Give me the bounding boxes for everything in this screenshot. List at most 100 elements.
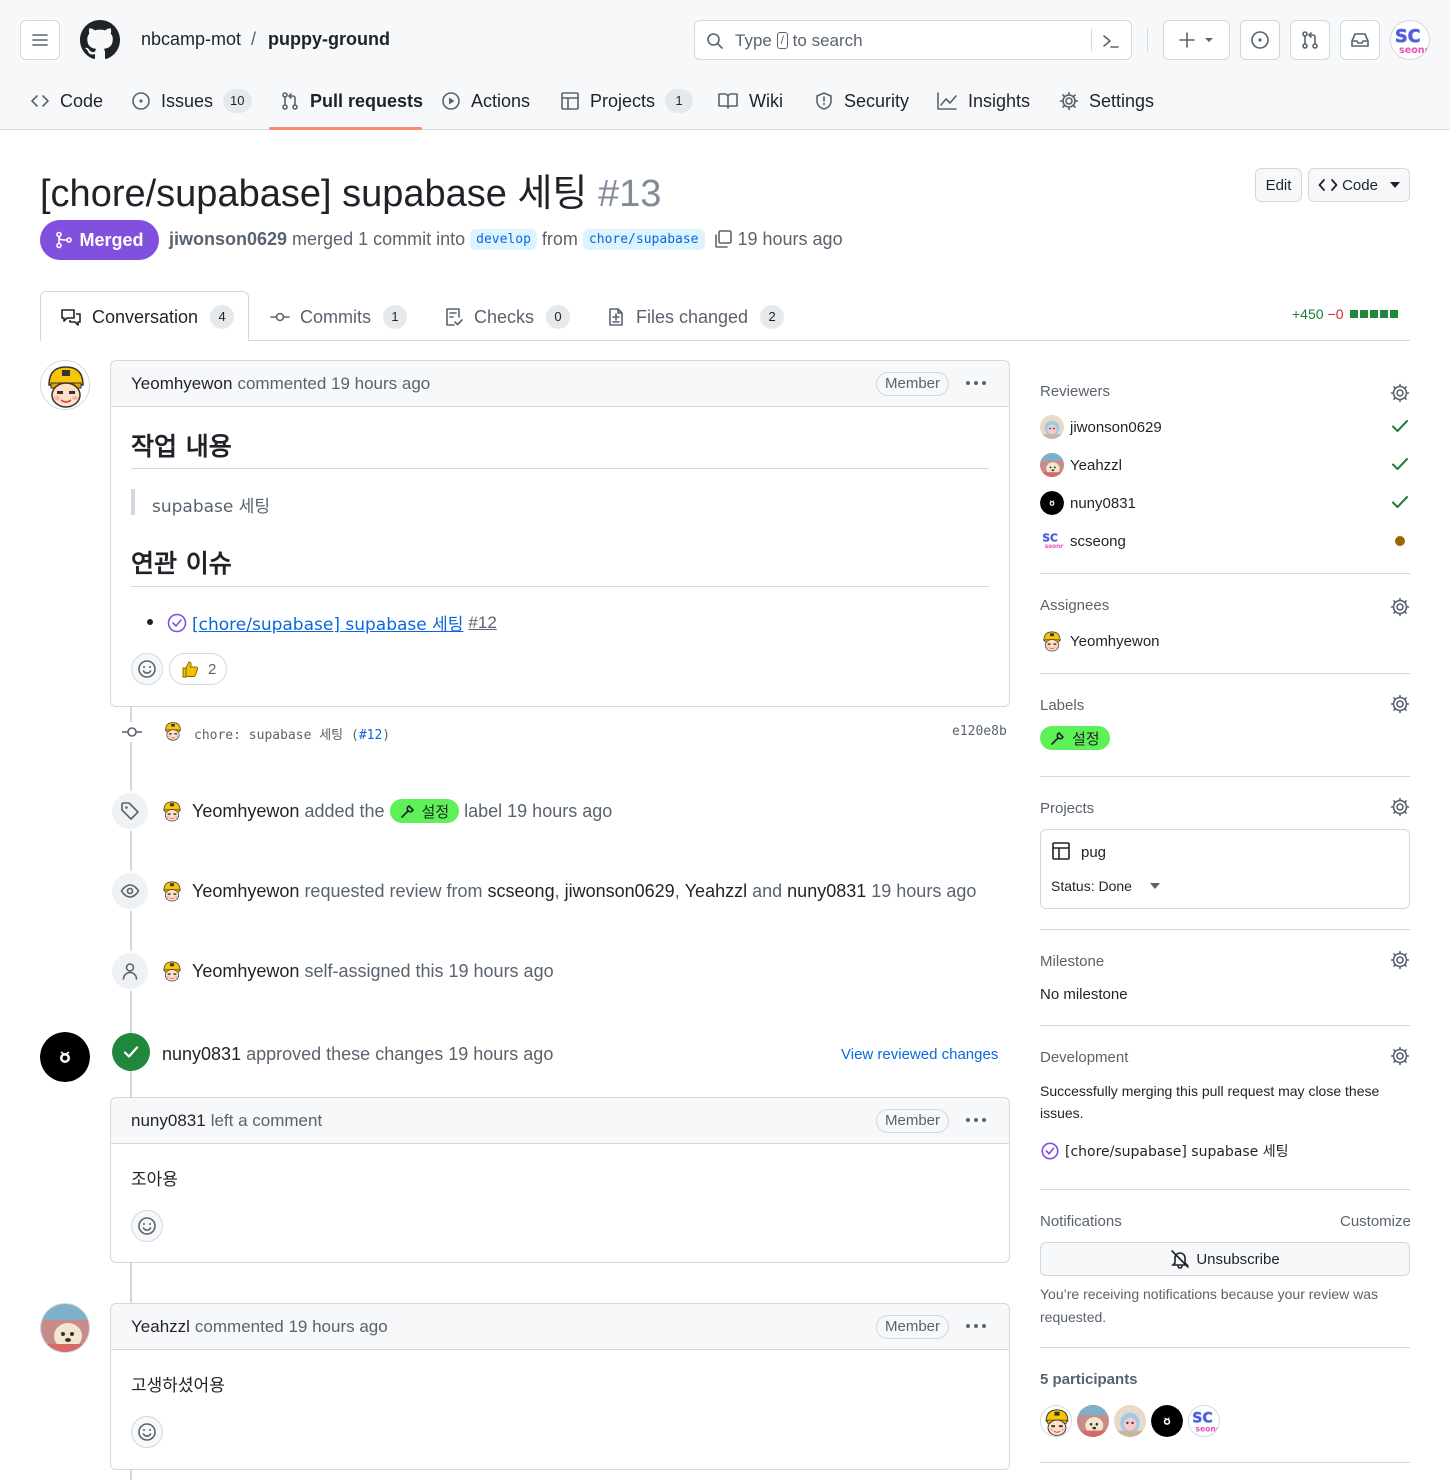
- commit-message[interactable]: chore: supabase 세팅 (#12): [194, 724, 390, 743]
- head-branch[interactable]: chore/supabase: [582, 228, 705, 250]
- tab-wiki[interactable]: Wiki: [717, 86, 783, 116]
- tab-actions[interactable]: Actions: [441, 86, 530, 116]
- reviewer-avatar[interactable]: [40, 1032, 90, 1082]
- gear-icon[interactable]: [1390, 1046, 1410, 1066]
- inbox-button[interactable]: [1340, 20, 1380, 60]
- github-logo-icon[interactable]: [80, 20, 120, 60]
- assignee-row[interactable]: Yeomhyewon: [1040, 628, 1160, 654]
- requested-reviewer[interactable]: jiwonson0629: [565, 881, 675, 902]
- comment-author-avatar[interactable]: [40, 1303, 90, 1353]
- participant-avatar[interactable]: [1077, 1405, 1109, 1437]
- comment-author[interactable]: Yeahzzl: [131, 1317, 190, 1337]
- reviewer-row[interactable]: scseong: [1040, 528, 1126, 554]
- code-dropdown-button[interactable]: Code: [1308, 168, 1410, 202]
- requested-reviewer[interactable]: Yeahzzl: [685, 881, 747, 902]
- tab-pull-requests[interactable]: Pull requests: [280, 86, 423, 116]
- add-reaction-button[interactable]: [131, 1416, 163, 1448]
- participant-avatar[interactable]: [1151, 1405, 1183, 1437]
- comment-author[interactable]: nuny0831: [131, 1111, 206, 1131]
- linked-issue-title[interactable]: [chore/supabase] supabase 세팅: [192, 610, 463, 635]
- hamburger-icon: [32, 34, 48, 46]
- customize-link[interactable]: Customize: [1340, 1213, 1411, 1230]
- linked-issue[interactable]: [chore/supabase] supabase 세팅: [1040, 1141, 1289, 1161]
- tab-settings[interactable]: Settings: [1059, 86, 1154, 116]
- tab-issues[interactable]: Issues 10: [131, 86, 252, 116]
- merger-username[interactable]: jiwonson0629: [169, 229, 287, 250]
- gear-icon[interactable]: [1390, 597, 1410, 617]
- labels-heading[interactable]: Labels: [1040, 697, 1084, 714]
- copy-icon[interactable]: [712, 228, 734, 250]
- member-badge: Member: [875, 1109, 949, 1133]
- event-actor[interactable]: Yeomhyewon: [192, 881, 299, 902]
- menu-button[interactable]: [20, 20, 60, 60]
- project-card[interactable]: pug Status: Done: [1040, 829, 1410, 909]
- unsubscribe-button[interactable]: Unsubscribe: [1040, 1242, 1410, 1276]
- kebab-menu-icon[interactable]: [965, 1323, 987, 1329]
- gear-icon[interactable]: [1390, 950, 1410, 970]
- actor-avatar[interactable]: [160, 879, 184, 903]
- user-avatar[interactable]: [1390, 20, 1430, 60]
- requested-reviewer[interactable]: scseong: [488, 881, 555, 902]
- actor-avatar[interactable]: [160, 959, 184, 983]
- gear-icon[interactable]: [1390, 797, 1410, 817]
- view-reviewed-changes-link[interactable]: View reviewed changes: [841, 1046, 998, 1063]
- reviewer-row[interactable]: jiwonson0629: [1040, 414, 1162, 440]
- development-heading[interactable]: Development: [1040, 1049, 1128, 1066]
- comment-author-avatar[interactable]: [40, 360, 90, 410]
- wrench-icon: [1051, 732, 1064, 745]
- tab-insights[interactable]: Insights: [936, 86, 1030, 116]
- assignees-heading[interactable]: Assignees: [1040, 597, 1109, 614]
- project-name[interactable]: pug: [1081, 844, 1106, 861]
- gear-icon[interactable]: [1390, 694, 1410, 714]
- event-actor[interactable]: Yeomhyewon: [192, 801, 299, 822]
- participant-avatar[interactable]: [1114, 1405, 1146, 1437]
- pull-requests-button[interactable]: [1290, 20, 1330, 60]
- edit-button[interactable]: Edit: [1255, 168, 1302, 202]
- participant-avatar[interactable]: [1040, 1405, 1072, 1437]
- repo-name-link[interactable]: puppy-ground: [268, 29, 390, 50]
- tab-commits[interactable]: Commits 1: [270, 304, 407, 330]
- label-badge[interactable]: 설정: [389, 799, 460, 823]
- linked-issue-ref[interactable]: [chore/supabase] supabase 세팅 #12: [166, 610, 497, 635]
- command-palette-icon[interactable]: [1101, 31, 1121, 51]
- search-input[interactable]: Type / to search: [694, 20, 1132, 60]
- commit-icon: [270, 312, 290, 322]
- tab-files-changed[interactable]: Files changed 2: [606, 304, 785, 330]
- gear-icon[interactable]: [1390, 383, 1410, 403]
- base-branch[interactable]: develop: [470, 228, 537, 250]
- linked-issue-number[interactable]: #12: [468, 613, 496, 633]
- repo-owner-link[interactable]: nbcamp-mot: [141, 29, 241, 50]
- issues-button[interactable]: [1240, 20, 1280, 60]
- caret-down-icon[interactable]: [1150, 883, 1160, 889]
- projects-heading[interactable]: Projects: [1040, 800, 1094, 817]
- reviewers-heading[interactable]: Reviewers: [1040, 383, 1110, 400]
- add-reaction-button[interactable]: [131, 1210, 163, 1242]
- commit-author-avatar[interactable]: [162, 720, 184, 742]
- commit-sha[interactable]: e120e8b: [952, 724, 1007, 739]
- project-status[interactable]: Status: Done: [1051, 878, 1132, 894]
- actor-avatar[interactable]: [160, 799, 184, 823]
- reviewer-row[interactable]: Yeahzzl: [1040, 452, 1122, 478]
- add-reaction-button[interactable]: [131, 653, 163, 685]
- create-new-button[interactable]: [1163, 20, 1230, 60]
- smiley-icon: [138, 1217, 156, 1235]
- comment-author[interactable]: Yeomhyewon: [131, 374, 232, 394]
- tab-conversation-label[interactable]: Conversation 4: [60, 304, 235, 330]
- event-actor[interactable]: Yeomhyewon: [192, 961, 299, 982]
- label-badge[interactable]: 설정: [1040, 726, 1110, 750]
- commit-issue-ref[interactable]: #12: [359, 728, 382, 743]
- event-text: requested review from: [304, 880, 483, 901]
- milestone-heading[interactable]: Milestone: [1040, 953, 1104, 970]
- tab-projects[interactable]: Projects 1: [560, 86, 694, 116]
- kebab-menu-icon[interactable]: [965, 1117, 987, 1123]
- thumbs-up-reaction[interactable]: 2: [169, 653, 228, 685]
- tab-label: Actions: [471, 90, 531, 111]
- tab-security[interactable]: Security: [814, 86, 909, 116]
- requested-reviewer[interactable]: nuny0831: [787, 881, 866, 902]
- kebab-menu-icon[interactable]: [965, 380, 987, 386]
- tab-code[interactable]: Code: [30, 86, 103, 116]
- tab-checks[interactable]: Checks 0: [444, 304, 571, 330]
- reviewer-row[interactable]: nuny0831: [1040, 490, 1136, 516]
- approver-username[interactable]: nuny0831: [162, 1044, 241, 1064]
- participant-avatar[interactable]: [1188, 1405, 1220, 1437]
